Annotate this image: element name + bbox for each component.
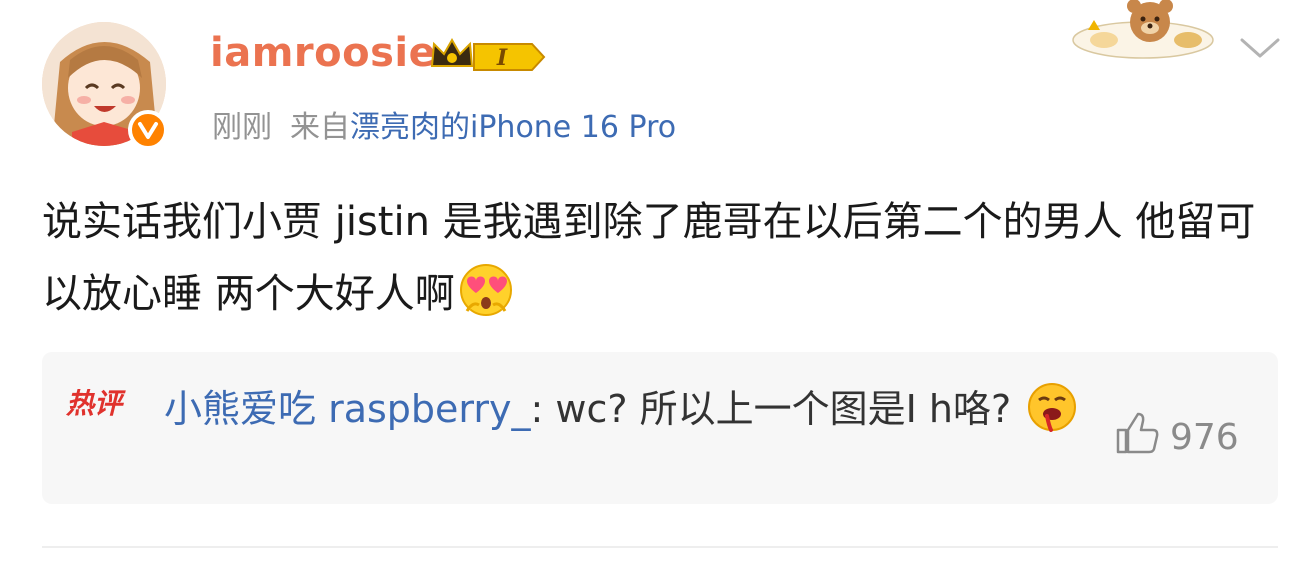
hot-comment-tag: 热评 xyxy=(66,387,123,420)
thumbs-up-icon xyxy=(1114,410,1160,465)
drooling-emoji-icon xyxy=(1027,382,1077,452)
divider xyxy=(42,546,1278,548)
device-link[interactable]: 漂亮肉的iPhone 16 Pro xyxy=(350,110,676,145)
username[interactable]: iamroosie xyxy=(210,30,436,76)
bear-sticker-decoration xyxy=(1068,0,1218,66)
like-count: 976 xyxy=(1170,417,1239,458)
comment-username[interactable]: 小熊爱吃 raspberry_ xyxy=(164,387,530,431)
member-level-text: I xyxy=(496,45,508,71)
hot-comment-text: 小熊爱吃 raspberry_: wc? 所以上一个图是I h咯? xyxy=(164,376,1084,452)
post-text-content: 说实话我们小贾 jistin 是我遇到除了鹿哥在以后第二个的男人 他留可以放心睡… xyxy=(42,199,1256,317)
post-time: 刚刚 xyxy=(212,110,272,145)
heart-eyes-emoji-icon xyxy=(459,263,513,340)
member-level-badge[interactable]: I xyxy=(428,36,548,82)
post-meta: 刚刚 来自漂亮肉的iPhone 16 Pro xyxy=(212,102,676,146)
verified-icon xyxy=(128,110,168,150)
like-button[interactable]: 976 xyxy=(1114,410,1239,465)
comment-content: : wc? 所以上一个图是I h咯? xyxy=(530,387,1012,431)
chevron-down-icon[interactable] xyxy=(1238,36,1282,66)
post-text: 说实话我们小贾 jistin 是我遇到除了鹿哥在以后第二个的男人 他留可以放心睡… xyxy=(42,186,1272,340)
source-prefix: 来自 xyxy=(290,110,350,145)
hot-comment-box[interactable]: 热评 小熊爱吃 raspberry_: wc? 所以上一个图是I h咯? 976 xyxy=(42,352,1278,504)
